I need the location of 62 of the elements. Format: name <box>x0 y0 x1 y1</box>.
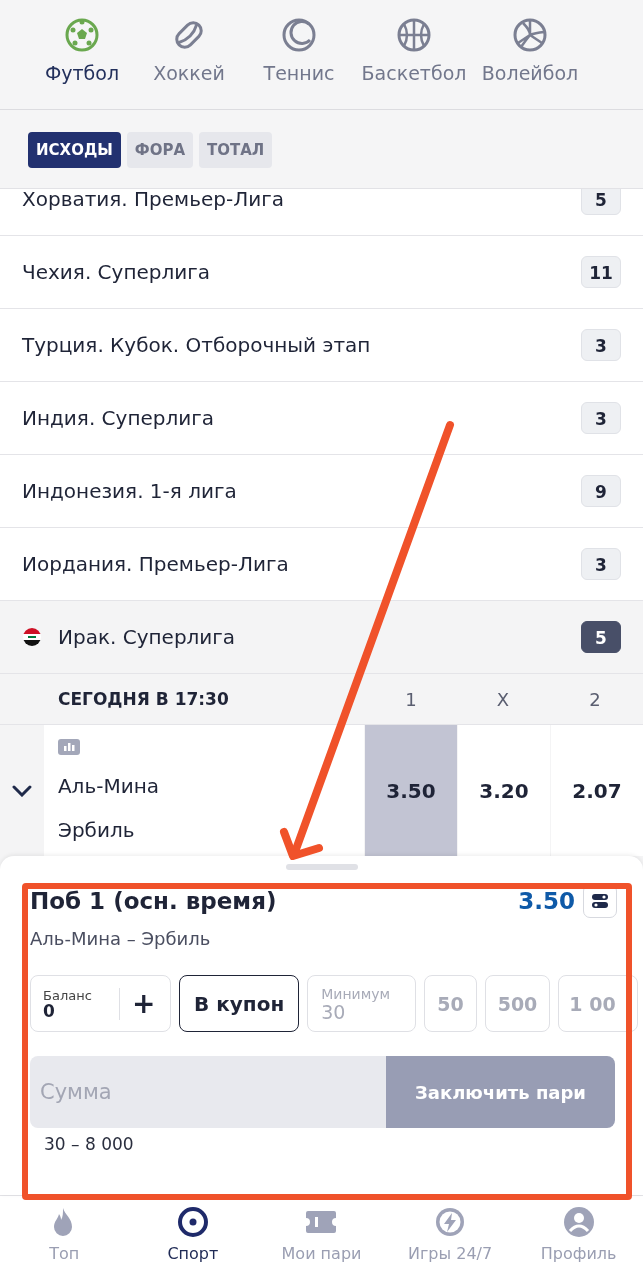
drag-handle[interactable] <box>285 864 358 870</box>
league-row[interactable]: Индия. Суперлига 3 <box>0 382 643 455</box>
event-count: 11 <box>581 256 621 288</box>
match-time: СЕГОДНЯ В 17:30 <box>57 689 230 709</box>
minimum-label: Минимум <box>321 985 391 1002</box>
odds-button[interactable]: 3.50 <box>365 725 457 856</box>
league-name: Индонезия. 1-я лига <box>22 479 237 503</box>
event-count: 3 <box>581 402 621 434</box>
bet-odds: 3.50 <box>518 888 575 914</box>
puck-icon <box>172 18 206 52</box>
sport-tab[interactable]: Баскетбол <box>354 18 474 109</box>
match-title: Аль-Мина – Эрбиль <box>30 928 212 949</box>
coupon-button[interactable]: В купон <box>179 975 300 1032</box>
event-count: 3 <box>581 329 621 361</box>
league-name: Хорватия. Премьер-Лига <box>22 189 284 211</box>
league-row[interactable]: Иордания. Премьер-Лига 3 <box>0 528 643 601</box>
volleyball-icon <box>513 18 547 52</box>
league-row[interactable]: Турция. Кубок. Отборочный этап 3 <box>0 309 643 382</box>
market-tab[interactable]: ТОТАЛ <box>199 132 273 168</box>
event-count: 3 <box>581 548 621 580</box>
profile-icon <box>562 1206 595 1238</box>
toggle-icon <box>592 893 608 909</box>
bet-title: Поб 1 (осн. время) <box>30 888 277 914</box>
league-row[interactable]: Хорватия. Премьер-Лига 5 <box>0 189 643 236</box>
nav-item[interactable]: Спорт <box>128 1206 257 1280</box>
sport-tab[interactable]: Футбол <box>42 18 122 109</box>
column-header: 2 <box>588 688 602 710</box>
column-header: 1 <box>404 688 418 710</box>
league-row[interactable]: Индонезия. 1-я лига 9 <box>0 455 643 528</box>
odds-button[interactable]: 2.07 <box>551 725 643 856</box>
event-count: 5 <box>581 621 621 653</box>
event-count: 5 <box>581 189 621 215</box>
league-name: Иордания. Премьер-Лига <box>22 552 289 576</box>
plus-button[interactable]: + <box>132 987 156 1020</box>
amount-range: 30 – 8 000 <box>44 1134 135 1154</box>
team-name: Эрбиль <box>57 817 136 844</box>
league-row[interactable]: Чехия. Суперлига 11 <box>0 236 643 309</box>
league-name: Турция. Кубок. Отборочный этап <box>22 333 371 357</box>
football-icon <box>65 18 99 52</box>
league-name: Чехия. Суперлига <box>22 260 211 284</box>
sport-tab[interactable]: Хоккей <box>144 18 234 109</box>
market-tab[interactable]: ИСХОДЫ <box>28 132 121 168</box>
event-count: 9 <box>581 475 621 507</box>
sport-tab[interactable]: Теннис <box>254 18 344 109</box>
balance-value: 0 <box>43 1003 56 1019</box>
target-icon <box>176 1206 209 1238</box>
amount-field[interactable]: Сумма <box>30 1056 386 1128</box>
minimum-value: 30 <box>321 1001 346 1022</box>
match-card[interactable]: Аль-Мина Эрбиль <box>43 725 364 856</box>
league-name: Индия. Суперлига <box>22 406 215 430</box>
tennis-ball-icon <box>282 18 316 52</box>
chevron-down-icon <box>12 784 32 797</box>
basketball-icon <box>397 18 431 52</box>
sport-tab[interactable]: Волейбол <box>480 18 580 109</box>
league-name: Ирак. Суперлига <box>58 625 236 649</box>
lightning-icon <box>434 1206 467 1238</box>
column-header: X <box>495 688 511 710</box>
odds-button[interactable]: 3.20 <box>458 725 550 856</box>
balance-label: Баланс <box>43 988 93 1003</box>
market-tab[interactable]: ФОРА <box>126 132 193 168</box>
stats-icon <box>57 739 80 755</box>
team-name: Аль-Мина <box>57 773 160 800</box>
